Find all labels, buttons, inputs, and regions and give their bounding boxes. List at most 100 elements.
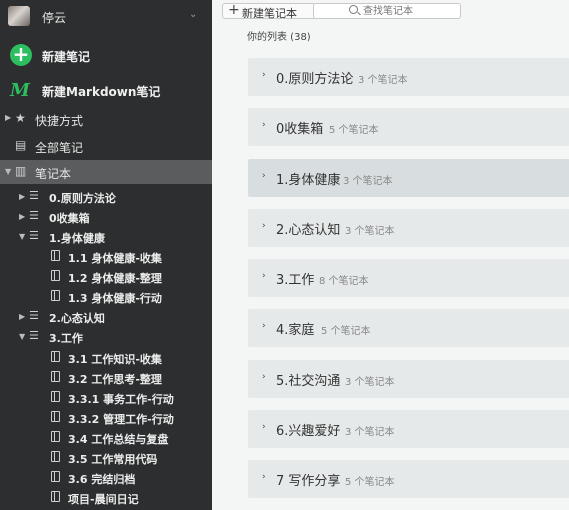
- stack-icon: ☰: [29, 229, 39, 242]
- search-notebooks[interactable]: [313, 3, 461, 19]
- caret-down-icon: ▼: [5, 167, 12, 176]
- notebook-icon: [51, 351, 60, 362]
- new-notebook-button[interactable]: + 新建笔记本: [222, 2, 316, 20]
- stack-name: 3.工作: [276, 273, 315, 288]
- sidebar: 停云 ⌄ + 新建笔记 M 新建Markdown笔记 ▶ ★ 快捷方式 ▤ 全部…: [0, 0, 212, 510]
- notebook-icon: [51, 411, 60, 422]
- tree-item[interactable]: ▼ ☰ 3.工作: [0, 328, 212, 348]
- stack-count: 3 个笔记本: [343, 176, 393, 187]
- stack-name: 0收集箱: [276, 122, 324, 137]
- caret-right-icon: ›: [262, 221, 266, 231]
- tree-item[interactable]: ▶ ☰ 0收集箱: [0, 208, 212, 228]
- tree-item[interactable]: ▶ ☰ 0.原则方法论: [0, 188, 212, 208]
- tree-item-label: 0收集箱: [49, 212, 90, 225]
- caret-right-icon: ▶: [19, 312, 26, 321]
- notebook-icon: [51, 471, 60, 482]
- nav-all-notes-label: 全部笔记: [35, 141, 84, 155]
- new-note-button[interactable]: + 新建笔记: [0, 44, 212, 70]
- stack-count: 5 个笔记本: [329, 125, 379, 136]
- account-switcher[interactable]: 停云 ⌄: [0, 0, 212, 34]
- tree-item-label: 3.6 完结归档: [68, 473, 136, 486]
- search-icon: [349, 5, 358, 14]
- caret-right-icon: ›: [262, 372, 266, 382]
- notebook-stack-card[interactable]: › 7 写作分享 5 个笔记本: [248, 460, 569, 498]
- tree-item[interactable]: 3.4 工作总结与复盘: [0, 429, 212, 449]
- tree-item[interactable]: 3.3.2 管理工作-行动: [0, 409, 212, 429]
- notebook-stack-card[interactable]: › 4.家庭 5 个笔记本: [248, 309, 569, 347]
- notebook-stack-card[interactable]: › 6.兴趣爱好 3 个笔记本: [248, 410, 569, 448]
- notebook-icon: [51, 371, 60, 382]
- tree-item-label: 0.原则方法论: [49, 192, 116, 205]
- nav-shortcuts-label: 快捷方式: [35, 114, 84, 128]
- tree-item[interactable]: 1.2 身体健康-整理: [0, 268, 212, 288]
- tree-item-label: 3.1 工作知识-收集: [68, 353, 162, 366]
- tree-item[interactable]: 项目-晨间日记: [0, 489, 212, 509]
- stack-name: 5.社交沟通: [276, 374, 341, 389]
- tree-item-label: 项目-晨间日记: [68, 493, 139, 506]
- notebook-stack-card[interactable]: › 0.原则方法论 3 个笔记本: [248, 58, 569, 96]
- new-note-label: 新建笔记: [42, 50, 91, 64]
- stack-count: 3 个笔记本: [345, 226, 395, 237]
- stack-count: 3 个笔记本: [345, 377, 395, 388]
- caret-right-icon: ›: [262, 422, 266, 432]
- stack-icon: ☰: [29, 309, 39, 322]
- new-notebook-label: 新建笔记本: [242, 7, 297, 20]
- tree-item-label: 1.身体健康: [49, 232, 105, 245]
- tree-item[interactable]: 1.1 身体健康-收集: [0, 248, 212, 268]
- caret-right-icon: ›: [262, 120, 266, 130]
- tree-item[interactable]: 3.3.1 事务工作-行动: [0, 389, 212, 409]
- tree-item[interactable]: ▶ ☰ 2.心态认知: [0, 308, 212, 328]
- tree-item-label: 3.3.1 事务工作-行动: [68, 393, 174, 406]
- notebook-stack-card[interactable]: › 2.心态认知 3 个笔记本: [248, 209, 569, 247]
- caret-down-icon: ▼: [19, 332, 26, 341]
- chevron-down-icon: ⌄: [189, 9, 198, 20]
- plus-icon: +: [228, 2, 240, 18]
- search-input[interactable]: [363, 5, 458, 17]
- tree-item[interactable]: 1.3 身体健康-行动: [0, 288, 212, 308]
- notebook-stack-card[interactable]: › 5.社交沟通 3 个笔记本: [248, 360, 569, 398]
- stack-count: 3 个笔记本: [345, 427, 395, 438]
- stack-icon: ☰: [29, 329, 39, 342]
- new-markdown-button[interactable]: M 新建Markdown笔记: [0, 80, 212, 102]
- stack-name: 7 写作分享: [276, 474, 341, 489]
- notebook-stack-card[interactable]: › 3.工作 8 个笔记本: [248, 259, 569, 297]
- star-icon: ★: [15, 111, 26, 125]
- stack-count: 5 个笔记本: [321, 326, 371, 337]
- user-name: 停云: [42, 11, 67, 25]
- stack-count: 5 个笔记本: [345, 477, 395, 488]
- caret-right-icon: ›: [262, 70, 266, 80]
- tree-item-label: 2.心态认知: [49, 312, 105, 325]
- nav-shortcuts[interactable]: ▶ ★ 快捷方式: [0, 110, 212, 130]
- tree-item-label: 3.4 工作总结与复盘: [68, 433, 169, 446]
- notebook-icon: [51, 290, 60, 301]
- notebook-icon: [51, 491, 60, 502]
- caret-down-icon: ▼: [19, 232, 26, 241]
- nav-notebooks-label: 笔记本: [35, 167, 72, 181]
- new-markdown-label: 新建Markdown笔记: [42, 85, 161, 99]
- markdown-icon: M: [10, 80, 30, 101]
- avatar: [8, 6, 30, 26]
- tree-item-label: 1.2 身体健康-整理: [68, 272, 162, 285]
- notebook-icon: [51, 431, 60, 442]
- stack-name: 1.身体健康: [276, 173, 341, 188]
- caret-right-icon: ›: [262, 271, 266, 281]
- caret-right-icon: ▶: [5, 113, 12, 122]
- nav-notebooks[interactable]: ▼ ▥ 笔记本: [0, 160, 212, 184]
- tree-item[interactable]: ▼ ☰ 1.身体健康: [0, 228, 212, 248]
- caret-right-icon: ▶: [19, 192, 26, 201]
- nav-all-notes[interactable]: ▤ 全部笔记: [0, 137, 212, 157]
- tree-item[interactable]: 3.1 工作知识-收集: [0, 349, 212, 369]
- notebook-icon: [51, 270, 60, 281]
- tree-item-label: 3.工作: [49, 332, 83, 345]
- tree-item[interactable]: 3.5 工作常用代码: [0, 449, 212, 469]
- notebook-stack-card[interactable]: › 0收集箱 5 个笔记本: [248, 108, 569, 146]
- notebook-stack-card[interactable]: › 1.身体健康 3 个笔记本: [248, 159, 569, 197]
- caret-right-icon: ›: [262, 321, 266, 331]
- caret-right-icon: ›: [262, 472, 266, 482]
- stack-name: 4.家庭: [276, 323, 315, 338]
- tree-item-label: 1.3 身体健康-行动: [68, 292, 162, 305]
- tree-item[interactable]: 3.2 工作思考-整理: [0, 369, 212, 389]
- list-title: 你的列表 (38): [247, 32, 311, 43]
- stack-name: 0.原则方法论: [276, 72, 354, 87]
- tree-item[interactable]: 3.6 完结归档: [0, 469, 212, 489]
